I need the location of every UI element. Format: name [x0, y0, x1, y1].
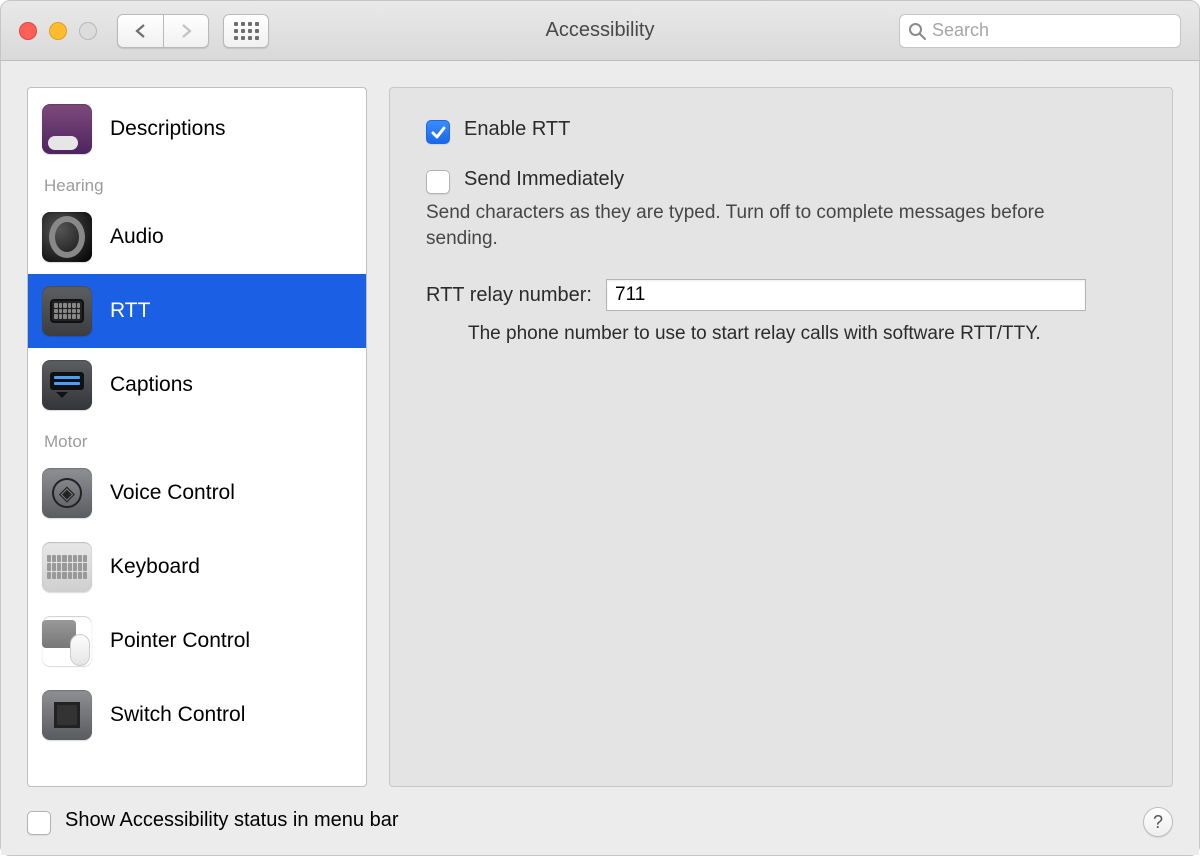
grid-icon [234, 22, 259, 40]
show-status-row: Show Accessibility status in menu bar [27, 809, 399, 835]
back-button[interactable] [117, 14, 163, 48]
show-all-segment [223, 14, 269, 48]
zoom-window-button[interactable] [79, 22, 97, 40]
relay-number-input[interactable] [606, 279, 1086, 311]
sidebar[interactable]: Descriptions Hearing Audio RTT Captions … [27, 87, 367, 787]
keyboard-icon [42, 542, 92, 592]
show-status-checkbox[interactable] [27, 811, 51, 835]
preferences-window: Accessibility Descriptions Hearing Audio [0, 0, 1200, 856]
close-window-button[interactable] [19, 22, 37, 40]
send-immediately-label: Send Immediately [464, 168, 624, 191]
sidebar-item-audio[interactable]: Audio [28, 200, 366, 274]
sidebar-item-voice-control[interactable]: ◈ Voice Control [28, 456, 366, 530]
show-status-label: Show Accessibility status in menu bar [65, 809, 399, 832]
checkmark-icon [430, 124, 446, 140]
voice-control-icon: ◈ [42, 468, 92, 518]
sidebar-item-label: Keyboard [110, 555, 200, 579]
captions-icon [42, 360, 92, 410]
chevron-left-icon [134, 23, 148, 39]
pointer-control-icon [42, 616, 92, 666]
sidebar-item-label: Audio [110, 225, 164, 249]
footer: Show Accessibility status in menu bar ? [1, 799, 1199, 855]
sidebar-item-label: Pointer Control [110, 629, 250, 653]
minimize-window-button[interactable] [49, 22, 67, 40]
relay-number-row: RTT relay number: [426, 279, 1136, 311]
sidebar-item-keyboard[interactable]: Keyboard [28, 530, 366, 604]
search-input[interactable] [932, 20, 1172, 41]
sidebar-item-label: RTT [110, 299, 150, 323]
sidebar-item-switch-control[interactable]: Switch Control [28, 678, 366, 752]
forward-button[interactable] [163, 14, 209, 48]
sidebar-item-rtt[interactable]: RTT [28, 274, 366, 348]
relay-number-label: RTT relay number: [426, 284, 592, 307]
sidebar-item-label: Voice Control [110, 481, 235, 505]
window-controls [19, 22, 97, 40]
sidebar-item-label: Captions [110, 373, 193, 397]
enable-rtt-row: Enable RTT [426, 118, 1136, 144]
content-panel: Enable RTT Send Immediately Send charact… [389, 87, 1173, 787]
help-icon: ? [1153, 812, 1163, 833]
switch-control-icon [42, 690, 92, 740]
titlebar: Accessibility [1, 1, 1199, 61]
rtt-icon [42, 286, 92, 336]
descriptions-icon [42, 104, 92, 154]
sidebar-item-pointer-control[interactable]: Pointer Control [28, 604, 366, 678]
nav-segment [117, 14, 209, 48]
body: Descriptions Hearing Audio RTT Captions … [1, 61, 1199, 799]
enable-rtt-checkbox[interactable] [426, 120, 450, 144]
show-all-button[interactable] [223, 14, 269, 48]
enable-rtt-label: Enable RTT [464, 118, 570, 141]
sidebar-item-label: Descriptions [110, 117, 226, 141]
sidebar-section-motor: Motor [28, 422, 366, 456]
send-immediately-row: Send Immediately [426, 168, 1136, 194]
search-icon [908, 22, 926, 40]
sidebar-item-label: Switch Control [110, 703, 245, 727]
sidebar-item-captions[interactable]: Captions [28, 348, 366, 422]
chevron-right-icon [179, 23, 193, 39]
audio-icon [42, 212, 92, 262]
relay-number-hint: The phone number to use to start relay c… [468, 323, 1136, 345]
send-immediately-checkbox[interactable] [426, 170, 450, 194]
search-field-wrap[interactable] [899, 14, 1181, 48]
sidebar-section-hearing: Hearing [28, 166, 366, 200]
send-immediately-description: Send characters as they are typed. Turn … [426, 200, 1066, 251]
sidebar-item-descriptions[interactable]: Descriptions [28, 92, 366, 166]
help-button[interactable]: ? [1143, 807, 1173, 837]
